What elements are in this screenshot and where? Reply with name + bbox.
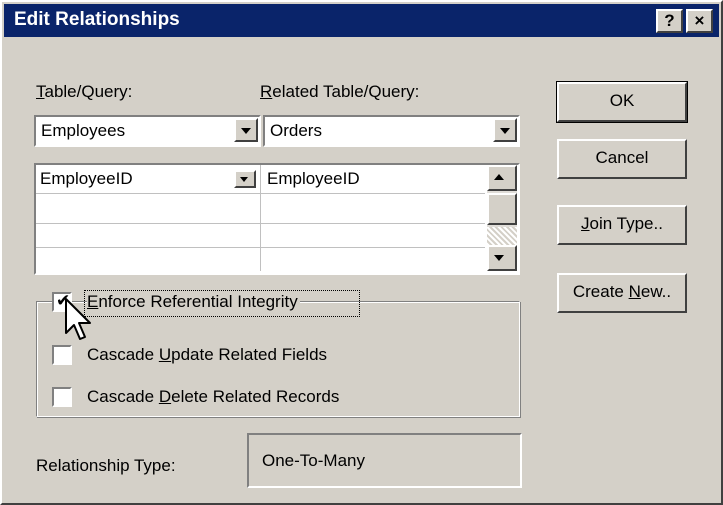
- chevron-down-icon: [241, 128, 251, 134]
- ok-button[interactable]: OK: [556, 81, 688, 123]
- table-query-value: Employees: [41, 121, 126, 140]
- relationship-type-box: One-To-Many: [247, 433, 522, 488]
- help-button[interactable]: ?: [656, 9, 683, 33]
- cascade-delete-checkbox[interactable]: [52, 387, 72, 407]
- grid-cell-related-field: EmployeeID: [267, 169, 360, 188]
- field-dropdown-button[interactable]: [234, 170, 256, 188]
- title-bar[interactable]: Edit Relationships ? ×: [4, 4, 719, 37]
- join-type-label: oin Type..: [589, 214, 663, 233]
- relationship-type-value: One-To-Many: [262, 451, 365, 470]
- help-icon: ?: [664, 11, 675, 30]
- cascade-delete-label[interactable]: Cascade Delete Related Records: [87, 387, 339, 407]
- close-icon: ×: [694, 11, 705, 30]
- cancel-button[interactable]: Cancel: [557, 139, 687, 179]
- arrow-up-icon: [494, 174, 504, 180]
- create-new-mnemonic: N: [628, 282, 641, 301]
- related-table-query-label: Related Table/Query:: [260, 82, 420, 101]
- scroll-up-button[interactable]: [487, 165, 517, 191]
- cascade-update-label[interactable]: Cascade Update Related Fields: [87, 345, 327, 365]
- edit-relationships-dialog: Edit Relationships ? × Table/Query: Rela…: [0, 0, 723, 505]
- field-grid[interactable]: EmployeeID EmployeeID: [34, 163, 520, 275]
- grid-column-divider: [260, 165, 261, 271]
- related-table-query-value: Orders: [270, 121, 322, 140]
- scroll-track[interactable]: [487, 227, 517, 245]
- grid-cell-table-field: EmployeeID: [40, 169, 133, 188]
- table-query-dropdown-button[interactable]: [234, 118, 258, 142]
- join-type-mnemonic: J: [581, 214, 590, 233]
- table-query-label: Table/Query:: [36, 82, 133, 101]
- related-table-query-dropdown-button[interactable]: [493, 118, 517, 142]
- grid-vertical-scrollbar[interactable]: [487, 165, 517, 271]
- mouse-pointer-icon: [65, 298, 91, 340]
- scroll-thumb[interactable]: [487, 193, 517, 225]
- cancel-button-label: Cancel: [595, 148, 649, 167]
- window-title: Edit Relationships: [14, 9, 180, 30]
- create-new-button[interactable]: Create New..: [557, 273, 687, 313]
- create-new-label-pre: Create: [572, 282, 629, 301]
- ok-button-label: OK: [609, 91, 635, 110]
- join-type-button[interactable]: Join Type..: [557, 205, 687, 245]
- table-query-combo[interactable]: Employees: [34, 115, 261, 147]
- chevron-down-icon: [240, 177, 248, 182]
- relationship-type-label: Relationship Type:: [36, 456, 176, 475]
- related-table-query-combo[interactable]: Orders: [263, 115, 520, 147]
- create-new-label-rest: ew..: [640, 282, 672, 301]
- arrow-down-icon: [494, 255, 504, 261]
- scroll-down-button[interactable]: [487, 245, 517, 271]
- cascade-update-checkbox[interactable]: [52, 345, 72, 365]
- chevron-down-icon: [500, 128, 510, 134]
- enforce-referential-integrity-label[interactable]: Enforce Referential Integrity: [87, 292, 300, 312]
- close-button[interactable]: ×: [686, 9, 713, 33]
